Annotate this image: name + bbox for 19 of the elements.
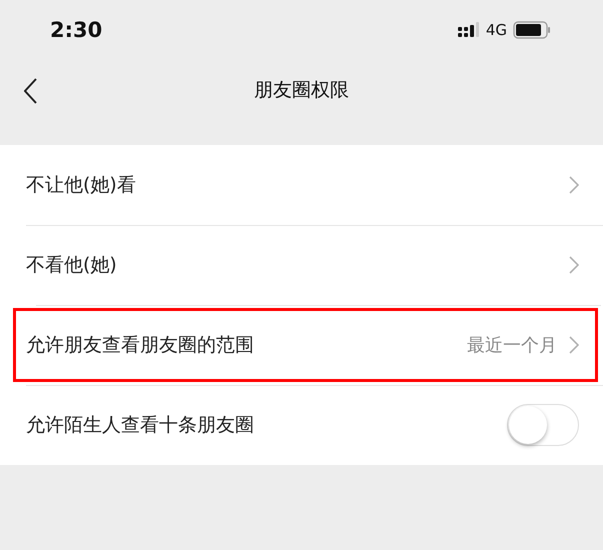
chevron-icon	[569, 176, 579, 194]
settings-row[interactable]: 不看他(她)	[0, 225, 603, 305]
status-time: 2:30	[50, 18, 102, 42]
back-icon[interactable]	[24, 78, 38, 104]
row-label: 不让他(她)看	[26, 173, 137, 198]
chevron-icon	[569, 336, 579, 354]
row-label: 允许陌生人查看十条朋友圈	[26, 413, 255, 438]
page-title: 朋友圈权限	[254, 78, 349, 103]
row-label: 允许朋友查看朋友圈的范围	[26, 333, 255, 358]
settings-row[interactable]: 不让他(她)看	[0, 145, 603, 225]
battery-icon	[513, 21, 551, 39]
row-label: 不看他(她)	[26, 253, 118, 278]
settings-row[interactable]: 允许陌生人查看十条朋友圈	[0, 385, 603, 465]
row-value: 最近一个月	[467, 334, 557, 357]
network-label: 4G	[486, 21, 507, 39]
chevron-icon	[569, 256, 579, 274]
settings-row[interactable]: 允许朋友查看朋友圈的范围 最近一个月	[10, 305, 601, 385]
toggle-switch[interactable]	[507, 404, 579, 446]
signal-icon	[458, 22, 480, 38]
